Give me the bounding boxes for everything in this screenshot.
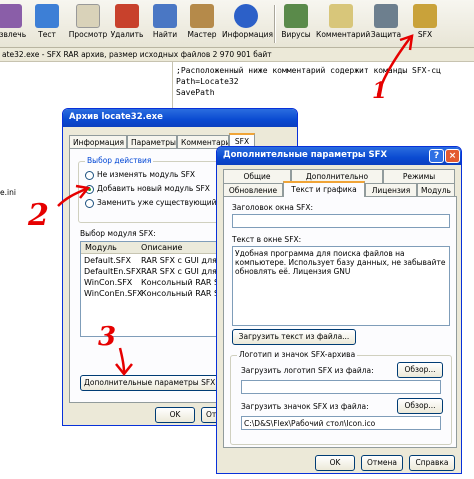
view-icon: [76, 4, 100, 28]
wizard-button[interactable]: Мастер: [186, 2, 218, 46]
window-text-area[interactable]: Удобная программа для поиска файлов на к…: [232, 246, 450, 326]
radio-circle-selected: [85, 184, 94, 194]
toolbar-label: Комментарий: [316, 30, 371, 39]
comment-line: Path=Locate32: [176, 77, 239, 86]
module-name: WinConEn.SFX: [84, 289, 143, 298]
archive-window-title: Архив locate32.exe: [63, 109, 297, 127]
load-text-button[interactable]: Загрузить текст из файла...: [232, 329, 356, 345]
info-button[interactable]: Информация: [222, 2, 274, 46]
main-toolbar: Извлечь Тест Просмотр Удалить Найти Маст…: [0, 0, 474, 48]
module-name: DefaultEn.SFX: [84, 267, 142, 276]
icon-path-input[interactable]: C:\D&S\Flex\Рабочий стол\Icon.ico: [241, 416, 441, 430]
toolbar-label: Найти: [152, 30, 178, 39]
toolbar-label: Мастер: [187, 30, 217, 39]
toolbar-label: Вирусы: [281, 30, 311, 39]
browse-icon-button[interactable]: Обзор...: [397, 398, 443, 414]
radio-add-sfx[interactable]: Добавить новый модуль SFX: [85, 184, 210, 194]
find-button[interactable]: Найти: [151, 2, 179, 46]
list-item[interactable]: e.ini: [0, 188, 16, 197]
sfx-button[interactable]: SFX: [410, 2, 440, 46]
protect-button[interactable]: Защита: [370, 2, 402, 46]
module-label: Выбор модуля SFX:: [80, 229, 156, 238]
logo-path-input[interactable]: [241, 380, 441, 394]
sfx-icon: [413, 4, 437, 28]
comment-line: ;Расположенный ниже комментарий содержит…: [176, 66, 441, 75]
toolbar-label: SFX: [417, 30, 433, 39]
sfx-ok-button[interactable]: OK: [315, 455, 355, 471]
virus-icon: [284, 4, 308, 28]
annotation-number: 3: [98, 322, 117, 352]
tab-license[interactable]: Лицензия: [365, 183, 417, 197]
tab-text-graphics[interactable]: Текст и графика: [283, 181, 365, 197]
annotation-number: 2: [28, 198, 49, 233]
action-group-title: Выбор действия: [85, 156, 154, 165]
radio-label: Добавить новый модуль SFX: [97, 184, 210, 193]
extract-icon: [0, 4, 22, 28]
column-header-description[interactable]: Описание: [141, 243, 182, 252]
module-name: Default.SFX: [84, 256, 131, 265]
virus-button[interactable]: Вирусы: [280, 2, 312, 46]
tab-module[interactable]: Модуль: [417, 183, 455, 197]
column-header-module[interactable]: Модуль: [85, 243, 117, 252]
comment-button[interactable]: Комментарий: [316, 2, 371, 46]
tab-modes[interactable]: Режимы: [383, 169, 455, 183]
toolbar-separator: [274, 5, 276, 43]
toolbar-label: Информация: [222, 30, 274, 39]
delete-button[interactable]: Удалить: [110, 2, 144, 46]
comment-icon: [329, 4, 353, 28]
browse-logo-button[interactable]: Обзор...: [397, 362, 443, 378]
view-button[interactable]: Просмотр: [68, 2, 108, 46]
help-title-button[interactable]: ?: [429, 149, 444, 163]
archive-info-bar: ate32.exe - SFX RAR архив, размер исходн…: [0, 48, 474, 62]
toolbar-label: Просмотр: [68, 30, 108, 39]
module-name: WinCon.SFX: [84, 278, 133, 287]
radio-circle: [85, 170, 94, 180]
toolbar-label: Тест: [38, 30, 56, 39]
wizard-icon: [190, 4, 214, 28]
delete-icon: [115, 4, 139, 28]
radio-label: Не изменять модуль SFX: [97, 170, 196, 179]
logo-icon-group-title: Логотип и значок SFX-архива: [237, 350, 358, 359]
protect-icon: [374, 4, 398, 28]
annotation-number: 1: [372, 78, 388, 104]
radio-circle: [85, 198, 94, 208]
tab-update[interactable]: Обновление: [223, 183, 283, 197]
archive-ok-button[interactable]: OK: [155, 407, 195, 423]
sfx-cancel-button[interactable]: Отмена: [361, 455, 403, 471]
window-title-label: Заголовок окна SFX:: [232, 203, 313, 212]
logo-label: Загрузить логотип SFX из файла:: [241, 366, 374, 375]
tab-general[interactable]: Общие: [223, 169, 291, 183]
window-title-input[interactable]: [232, 214, 450, 228]
find-icon: [153, 4, 177, 28]
window-text-label: Текст в окне SFX:: [232, 235, 302, 244]
tab-info[interactable]: Информация: [69, 135, 127, 149]
sfx-window-title: Дополнительные параметры SFX: [217, 147, 461, 165]
advanced-sfx-button[interactable]: Дополнительные параметры SFX...: [80, 375, 220, 391]
sfx-options-window: Дополнительные параметры SFX ? × Общие Д…: [216, 146, 462, 474]
icon-label: Загрузить значок SFX из файла:: [241, 402, 369, 411]
comment-line: SavePath: [176, 88, 215, 97]
radio-keep-sfx[interactable]: Не изменять модуль SFX: [85, 170, 195, 180]
extract-button[interactable]: Извлечь: [0, 2, 30, 46]
info-icon: [234, 4, 258, 28]
toolbar-label: Извлечь: [0, 30, 27, 39]
tab-parameters[interactable]: Параметры: [127, 135, 177, 149]
toolbar-label: Удалить: [110, 30, 144, 39]
close-icon[interactable]: ×: [445, 149, 460, 163]
test-icon: [35, 4, 59, 28]
sfx-help-button[interactable]: Справка: [409, 455, 455, 471]
test-button[interactable]: Тест: [34, 2, 60, 46]
logo-icon-group: Логотип и значок SFX-архива Загрузить ло…: [230, 350, 452, 445]
text-graphics-panel: Заголовок окна SFX: Текст в окне SFX: Уд…: [223, 196, 457, 448]
toolbar-label: Защита: [370, 30, 402, 39]
